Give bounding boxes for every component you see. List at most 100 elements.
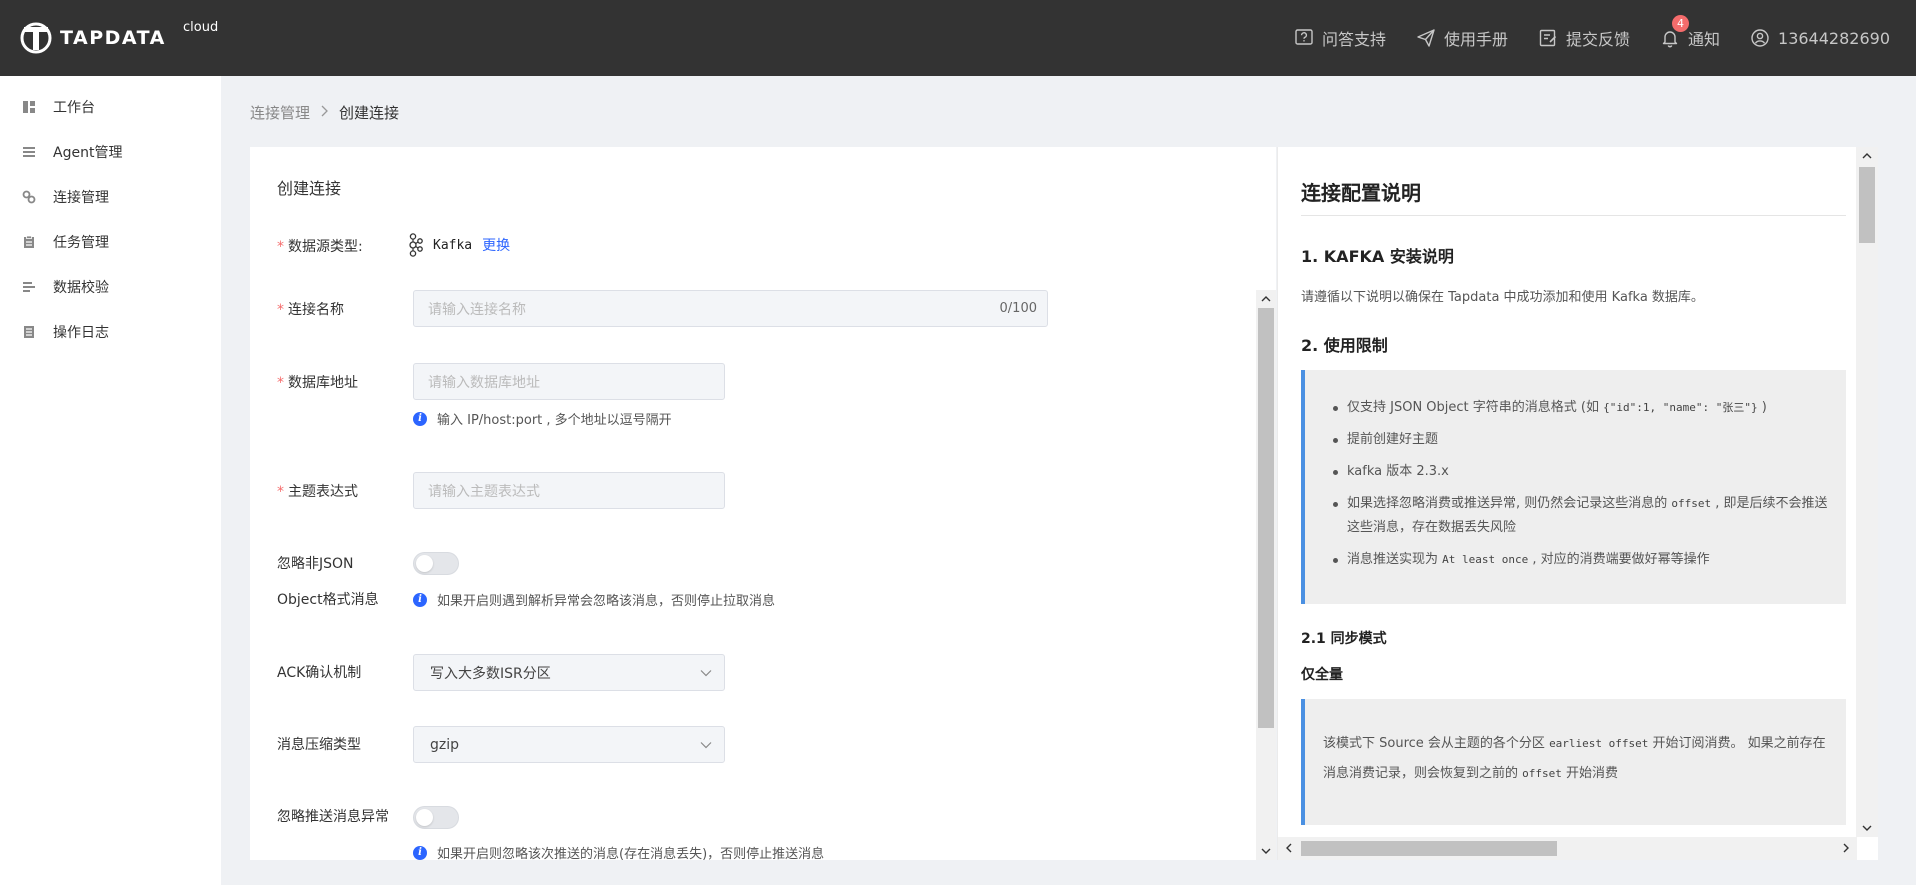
limit-item: 如果选择忽略消费或推送异常, 则仍然会记录这些消息的 offset , 即是后续… <box>1333 492 1838 540</box>
kafka-icon <box>409 233 423 257</box>
breadcrumb-parent[interactable]: 连接管理 <box>250 102 310 123</box>
scroll-left-icon[interactable] <box>1283 842 1295 854</box>
user-icon <box>1751 29 1769 47</box>
full-mode-quote: 该模式下 Source 会从主题的各个分区 earliest offset 开始… <box>1301 699 1846 825</box>
doc-horizontal-scrollbar[interactable] <box>1278 837 1857 860</box>
doc-vertical-scrollbar[interactable] <box>1856 147 1878 837</box>
chevron-down-icon <box>700 670 712 677</box>
feedback-label: 提交反馈 <box>1565 30 1630 49</box>
scroll-right-icon[interactable] <box>1840 842 1852 854</box>
agent-list-icon <box>23 146 35 157</box>
sidebar-item-label: 任务管理 <box>53 234 109 251</box>
tapdata-logo-icon <box>20 22 52 54</box>
manual-icon <box>1417 29 1435 47</box>
limit-item: 提前创建好主题 <box>1333 428 1838 452</box>
doc-section-sync-mode: 2.1 同步模式 <box>1301 631 1387 647</box>
limit-item: kafka 版本 2.3.x <box>1333 460 1838 484</box>
connection-name-label: * 连接名称 <box>277 302 344 318</box>
breadcrumb: 连接管理 创建连接 <box>250 102 399 123</box>
char-counter: 0/100 <box>999 301 1037 316</box>
datasource-row: Kafka 更换 <box>403 233 510 257</box>
header-actions: 问答支持 使用手册 提交反馈 4 通知 13644282690 <box>1264 0 1890 76</box>
feedback-icon <box>1539 29 1557 47</box>
scroll-down-icon[interactable] <box>1260 845 1272 857</box>
sidebar-item-tasks[interactable]: 任务管理 <box>0 219 221 264</box>
connection-name-input[interactable]: 请输入连接名称 0/100 <box>413 290 1048 327</box>
sidebar-item-workbench[interactable]: 工作台 <box>0 84 221 129</box>
ignore-json-label-line2: Object格式消息 <box>277 592 379 608</box>
sidebar-item-agent[interactable]: Agent管理 <box>0 129 221 174</box>
dashboard-icon <box>23 100 35 113</box>
ignore-json-toggle[interactable] <box>413 552 459 575</box>
config-doc-panel: 连接配置说明 1. KAFKA 安装说明 请遵循以下说明以确保在 Tapdata… <box>1277 147 1878 860</box>
limits-quote: 仅支持 JSON Object 字符串的消息格式 (如 {"id":1, "na… <box>1301 370 1846 604</box>
scroll-up-icon[interactable] <box>1861 150 1873 162</box>
db-address-hint: i 输入 IP/host:port , 多个地址以逗号隔开 <box>413 409 672 428</box>
ack-select[interactable]: 写入大多数ISR分区 <box>413 654 725 691</box>
manual-label: 使用手册 <box>1443 30 1508 49</box>
brand-sub: cloud <box>183 20 219 35</box>
sidebar-item-label: 工作台 <box>53 99 95 116</box>
scroll-up-icon[interactable] <box>1260 293 1272 305</box>
datasource-name: Kafka <box>433 237 473 253</box>
ignore-push-label: 忽略推送消息异常 <box>277 809 389 825</box>
create-connection-form: 创建连接 * 数据源类型: Kafka 更换 * 连接名称 请输入连接名称 0/10… <box>250 147 1276 860</box>
db-address-input[interactable]: 请输入数据库地址 <box>413 363 725 400</box>
manual-link[interactable]: 使用手册 <box>1416 26 1508 50</box>
compression-select[interactable]: gzip <box>413 726 725 763</box>
chevron-down-icon <box>700 742 712 749</box>
change-datasource-link[interactable]: 更换 <box>482 235 510 255</box>
doc-title: 连接配置说明 <box>1301 181 1421 205</box>
scroll-down-icon[interactable] <box>1861 822 1873 834</box>
info-icon: i <box>413 411 427 426</box>
help-icon <box>1295 29 1313 45</box>
task-icon <box>24 235 34 248</box>
notification-badge: 4 <box>1672 15 1689 32</box>
feedback-link[interactable]: 提交反馈 <box>1538 26 1630 50</box>
form-scrollbar[interactable] <box>1256 290 1276 860</box>
db-address-label: * 数据库地址 <box>277 375 358 391</box>
sidebar-item-logs[interactable]: 操作日志 <box>0 309 221 354</box>
sidebar-item-label: 连接管理 <box>53 189 109 206</box>
limit-item: 仅支持 JSON Object 字符串的消息格式 (如 {"id":1, "na… <box>1333 396 1838 420</box>
doc-scroll-thumb[interactable] <box>1859 167 1875 243</box>
topic-expression-input[interactable]: 请输入主题表达式 <box>413 472 725 509</box>
chevron-right-icon <box>320 105 329 120</box>
ack-label: ACK确认机制 <box>277 665 362 681</box>
ignore-json-hint: i 如果开启则遇到解析异常会忽略该消息，否则停止拉取消息 <box>413 590 775 609</box>
brand-name: TAPDATA <box>60 27 166 49</box>
link-icon <box>22 190 36 203</box>
doc-section-install: 1. KAFKA 安装说明 <box>1301 247 1454 266</box>
brand-logo[interactable]: TAPDATA cloud <box>20 20 218 54</box>
info-icon: i <box>413 592 427 607</box>
help-label: 问答支持 <box>1321 30 1386 49</box>
datasource-label: * 数据源类型: <box>277 239 363 255</box>
verify-icon <box>23 281 35 292</box>
topic-label: * 主题表达式 <box>277 484 358 500</box>
doc-hscroll-thumb[interactable] <box>1301 841 1557 856</box>
sidebar-item-connections[interactable]: 连接管理 <box>0 174 221 219</box>
sidebar-item-label: 数据校验 <box>53 279 109 296</box>
log-icon <box>24 325 34 338</box>
notification-label: 通知 <box>1688 30 1721 49</box>
doc-subsection-full: 仅全量 <box>1301 667 1343 683</box>
ignore-push-toggle[interactable] <box>413 806 459 829</box>
doc-install-text: 请遵循以下说明以确保在 Tapdata 中成功添加和使用 Kafka 数据库。 <box>1301 290 1704 305</box>
user-menu[interactable]: 13644282690 <box>1750 28 1890 48</box>
sidebar-item-verify[interactable]: 数据校验 <box>0 264 221 309</box>
help-link[interactable]: 问答支持 <box>1294 26 1386 50</box>
compression-label: 消息压缩类型 <box>277 737 361 753</box>
doc-section-limits: 2. 使用限制 <box>1301 336 1388 355</box>
info-icon: i <box>413 845 427 860</box>
limit-item: 消息推送实现为 At least once , 对应的消费端要做好幂等操作 <box>1333 548 1838 572</box>
sidebar-item-label: Agent管理 <box>53 144 123 161</box>
top-header: TAPDATA cloud 问答支持 使用手册 提交反馈 4 通知 136442… <box>0 0 1916 76</box>
notification-link[interactable]: 4 通知 <box>1660 15 1721 50</box>
full-mode-text: 该模式下 Source 会从主题的各个分区 earliest offset 开始… <box>1323 736 1826 781</box>
breadcrumb-current: 创建连接 <box>339 104 400 122</box>
sidebar: 工作台 Agent管理 连接管理 任务管理 数据校验 操作日志 <box>0 76 221 885</box>
ignore-push-hint: i 如果开启则忽略该次推送的消息(存在消息丢失)，否则停止推送消息 <box>413 843 824 860</box>
doc-divider <box>1301 215 1846 216</box>
user-phone: 13644282690 <box>1778 28 1890 48</box>
scroll-thumb[interactable] <box>1258 308 1274 728</box>
